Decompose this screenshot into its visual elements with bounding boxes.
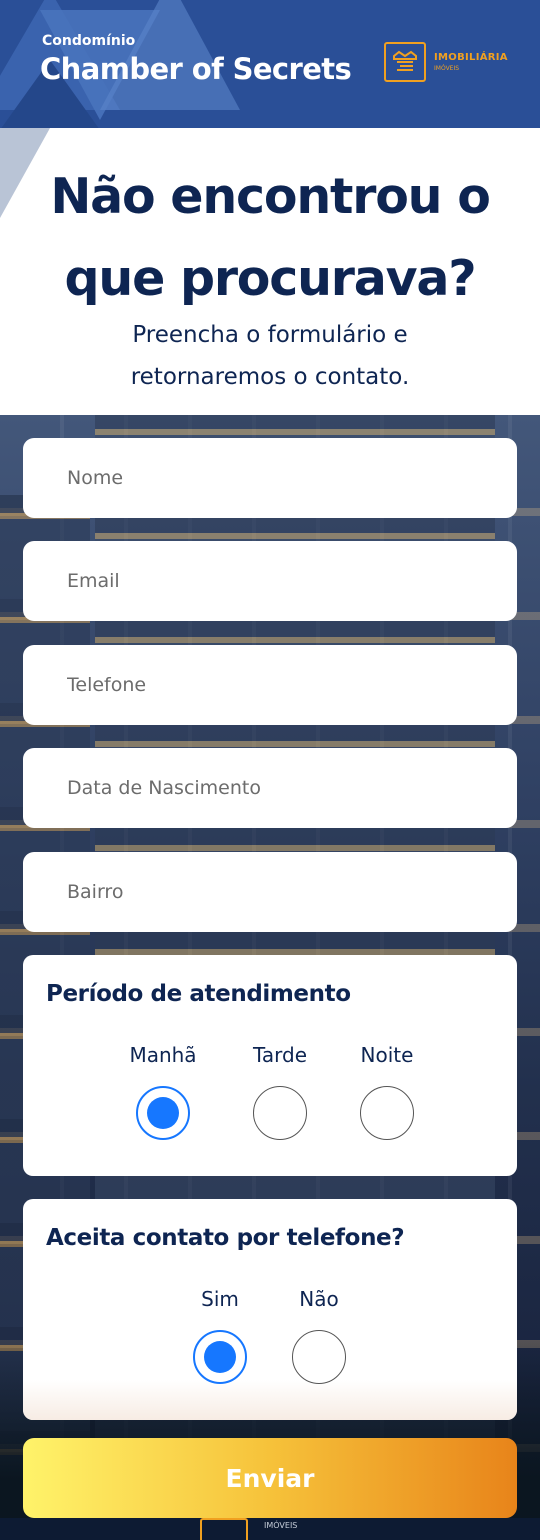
contact-radio-no[interactable] [292,1330,346,1384]
service-period-title: Período de atendimento [46,981,351,1007]
contact-radio-yes[interactable] [193,1330,247,1384]
footer-logo-icon [200,1518,248,1540]
period-radio-afternoon[interactable] [253,1086,307,1140]
logo-name: IMOBILIÁRIA [434,51,508,63]
company-logo[interactable]: IMOBILIÁRIA IMÓVEIS [384,42,508,82]
logo-tagline: IMÓVEIS [434,64,460,72]
period-option-night: Noite [342,1043,432,1067]
heading-line-2: que procurava? [64,250,477,307]
site-header: Condomínio Chamber of Secrets IMOBILIÁRI… [0,0,540,128]
footer-tagline: IMÓVEIS [264,1521,298,1530]
period-label-night: Noite [360,1043,414,1067]
period-option-morning: Manhã [118,1043,208,1067]
period-radio-morning[interactable] [136,1086,190,1140]
intro-section: Não encontrou o que procurava? Preencha … [0,128,540,415]
period-radio-night[interactable] [360,1086,414,1140]
phone-contact-panel: Aceita contato por telefone? Sim Não [23,1199,517,1420]
contact-label-yes: Sim [201,1287,239,1311]
submit-button[interactable]: Enviar [23,1438,517,1518]
crown-icon [384,42,426,82]
contact-label-no: Não [299,1287,339,1311]
phone-input[interactable] [23,645,517,725]
email-input[interactable] [23,541,517,621]
panel-fade [23,1380,517,1420]
contact-option-yes: Sim [175,1287,265,1311]
page-heading: Não encontrou o que procurava? [0,156,540,320]
period-option-afternoon: Tarde [235,1043,325,1067]
brand-title: Chamber of Secrets [40,52,352,86]
neighborhood-input[interactable] [23,852,517,932]
page-subheading: Preencha o formulário e retornaremos o c… [0,314,540,398]
subheading-line-2: retornaremos o contato. [130,364,410,390]
birthdate-input[interactable] [23,748,517,828]
period-label-afternoon: Tarde [252,1043,308,1067]
phone-contact-title: Aceita contato por telefone? [46,1225,405,1251]
subheading-line-1: Preencha o formulário e [132,322,408,348]
name-input[interactable] [23,438,517,518]
service-period-panel: Período de atendimento Manhã Tarde Noite [23,955,517,1176]
heading-line-1: Não encontrou o [50,168,491,225]
period-label-morning: Manhã [129,1043,197,1067]
contact-option-no: Não [274,1287,364,1311]
brand-subtitle: Condomínio [42,33,136,49]
